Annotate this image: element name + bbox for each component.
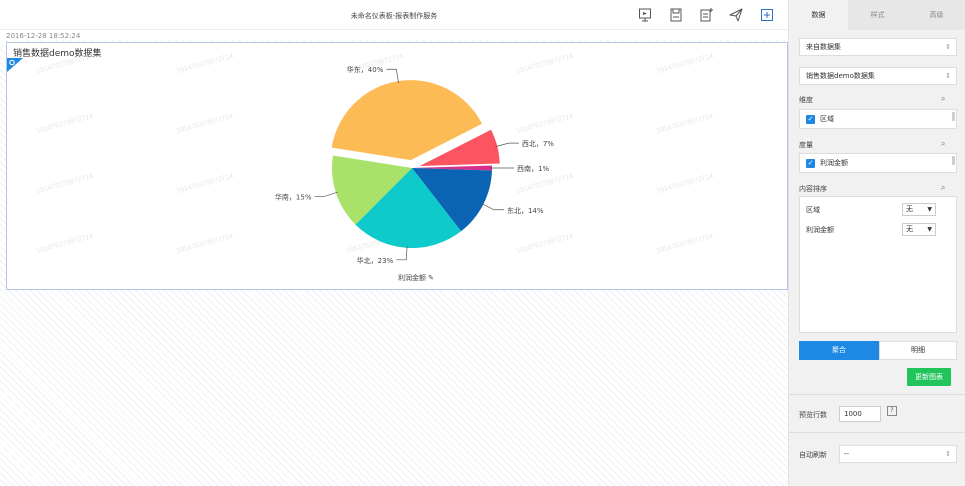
caret-down-icon: ▼ bbox=[927, 226, 932, 233]
watermark-text: 191476379872714 bbox=[516, 233, 574, 255]
sort-select-value: 无 bbox=[906, 225, 913, 233]
divider bbox=[789, 394, 965, 395]
source-select[interactable]: 来自数据集 ⇕ bbox=[799, 38, 957, 56]
chart-widget[interactable]: 销售数据demo数据集 191476379872714 1914763798727… bbox=[6, 42, 788, 290]
sort-select[interactable]: 无 ▼ bbox=[902, 203, 936, 216]
pie-label-line-5 bbox=[314, 191, 338, 197]
dashboard-main: 未命名仪表板-报表制作服务 2016-12-28 18:52:24 销售数据de… bbox=[0, 0, 788, 486]
detail-button[interactable]: 明细 bbox=[879, 341, 957, 360]
watermark-text: 191476379872714 bbox=[176, 53, 234, 75]
pie-label-line-1 bbox=[495, 142, 519, 147]
presentation-icon[interactable] bbox=[637, 7, 653, 23]
updown-icon: ⇕ bbox=[945, 43, 951, 51]
sort-box: 区域 无 ▼ 利润金额 无 ▼ bbox=[799, 196, 957, 333]
sort-field: 区域 bbox=[806, 206, 820, 214]
scrollbar[interactable] bbox=[952, 156, 955, 165]
chart-field-label[interactable]: 利润金额 ✎ bbox=[398, 273, 434, 282]
auto-refresh-select[interactable]: -- ⇕ bbox=[839, 445, 957, 463]
pie-label-5: 华南，15% bbox=[275, 192, 312, 201]
update-chart-button[interactable]: 更新图表 bbox=[907, 368, 951, 386]
watermark-text: 191476379872714 bbox=[516, 173, 574, 195]
aggregate-button[interactable]: 聚合 bbox=[799, 341, 879, 360]
updown-icon: ⇕ bbox=[945, 450, 951, 458]
preview-rows-label: 预览行数 bbox=[799, 411, 827, 419]
dataset-select-value: 销售数据demo数据集 bbox=[806, 72, 875, 80]
source-select-value: 来自数据集 bbox=[806, 43, 841, 51]
watermark-text: 191476379872714 bbox=[36, 233, 94, 255]
search-icon[interactable]: ⌕ bbox=[941, 94, 945, 104]
save-as-icon[interactable] bbox=[698, 7, 714, 23]
measure-label: 度量 bbox=[799, 141, 813, 149]
auto-refresh-value: -- bbox=[844, 450, 850, 458]
tab-advanced[interactable]: 高级 bbox=[907, 0, 965, 30]
pie-label-line-0 bbox=[386, 68, 399, 84]
dimension-item[interactable]: 区域 bbox=[820, 114, 834, 124]
watermark-text: 191476379872714 bbox=[516, 53, 574, 75]
dimension-box: ✓ 区域 bbox=[799, 109, 957, 129]
pie-label-2: 西南，1% bbox=[517, 164, 549, 173]
pie-label-4: 华北，23% bbox=[357, 256, 394, 265]
watermark-text: 191476379872714 bbox=[36, 113, 94, 135]
measure-box: ✓ 利润金额 bbox=[799, 153, 957, 173]
watermark-text: 191476379872714 bbox=[36, 53, 94, 75]
pie-chart: 191476379872714 191476379872714 1914763798… bbox=[36, 53, 714, 282]
panel-tabs: 数据 样式 高级 bbox=[789, 0, 965, 30]
sort-label: 内容排序 bbox=[799, 185, 827, 193]
watermark-text: 191476379872714 bbox=[656, 173, 714, 195]
updown-icon: ⇕ bbox=[945, 72, 951, 80]
scrollbar[interactable] bbox=[952, 112, 955, 121]
save-icon[interactable] bbox=[668, 7, 684, 23]
send-icon[interactable] bbox=[728, 7, 744, 23]
watermark-text: 191476379872714 bbox=[36, 173, 94, 195]
timestamp: 2016-12-28 18:52:24 bbox=[6, 32, 81, 40]
sort-select[interactable]: 无 ▼ bbox=[902, 223, 936, 236]
dimension-label: 维度 bbox=[799, 96, 813, 104]
watermark-text: 191476379872714 bbox=[176, 113, 234, 135]
caret-down-icon: ▼ bbox=[927, 206, 932, 213]
checkbox-checked-icon[interactable]: ✓ bbox=[806, 115, 815, 124]
auto-refresh-label: 自动刷新 bbox=[799, 451, 827, 459]
pie-label-1: 西北，7% bbox=[522, 140, 554, 148]
preview-rows-input[interactable]: 1000 bbox=[839, 406, 881, 422]
pie-label-line-4 bbox=[396, 245, 408, 261]
watermark-text: 191476379872714 bbox=[656, 53, 714, 75]
add-widget-icon[interactable] bbox=[759, 7, 775, 23]
divider bbox=[789, 432, 965, 433]
app-root: 未命名仪表板-报表制作服务 2016-12-28 18:52:24 销售数据de… bbox=[0, 0, 965, 486]
pie-label-3: 东北，14% bbox=[507, 206, 544, 215]
checkbox-checked-icon[interactable]: ✓ bbox=[806, 159, 815, 168]
watermark-text: 191476379872714 bbox=[176, 173, 234, 195]
tab-data[interactable]: 数据 bbox=[789, 0, 848, 30]
help-icon[interactable]: ? bbox=[887, 406, 897, 416]
config-panel: 数据 样式 高级 来自数据集 ⇕ 销售数据demo数据集 ⇕ 维度 ⌕ ✓ 区域… bbox=[788, 0, 965, 486]
search-icon[interactable]: ⌕ bbox=[941, 139, 945, 149]
top-toolbar: 未命名仪表板-报表制作服务 bbox=[0, 0, 788, 30]
watermark-text: 191476379872714 bbox=[656, 113, 714, 135]
sort-field: 利润金额 bbox=[806, 226, 834, 234]
measure-item[interactable]: 利润金额 bbox=[820, 158, 848, 168]
sort-select-value: 无 bbox=[906, 205, 913, 213]
tab-style[interactable]: 样式 bbox=[848, 0, 907, 30]
pie-label-line-3 bbox=[481, 203, 504, 211]
search-icon[interactable]: ⌕ bbox=[941, 183, 945, 193]
dataset-select[interactable]: 销售数据demo数据集 ⇕ bbox=[799, 67, 957, 85]
pie-label-0: 华东，40% bbox=[347, 65, 384, 74]
watermark-text: 191476379872714 bbox=[516, 113, 574, 135]
watermark-text: 191476379872714 bbox=[656, 233, 714, 255]
watermark-text: 191476379872714 bbox=[176, 233, 234, 255]
